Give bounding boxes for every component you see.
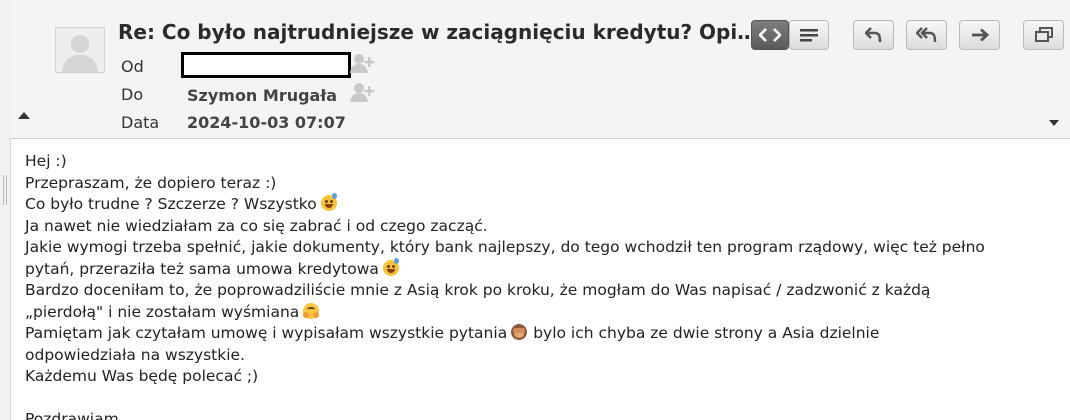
body-text: Co było trudne ? Szczerze ? Wszystko: [25, 195, 317, 213]
add-contact-icon[interactable]: [350, 81, 376, 103]
message-date: 2024-10-03 07:07: [187, 113, 346, 132]
hugging-face-emoji-icon: [303, 302, 320, 319]
body-line: odpowiedziała na wszystkie.: [25, 345, 245, 364]
see-no-evil-monkey-emoji-icon: [511, 324, 528, 340]
body-line: Jakie wymogi trzeba spełnić, jakie dokum…: [25, 238, 985, 256]
code-view-button[interactable]: [751, 20, 789, 50]
open-window-icon: [1034, 27, 1053, 42]
header-options-chevron-down-icon[interactable]: [1049, 120, 1059, 126]
body-blank-line: [25, 388, 1065, 410]
from-label: Od: [121, 57, 144, 76]
body-line: Co było trudne ? Szczerze ? Wszystko: [25, 193, 1065, 216]
body-text: Pamiętam jak czytałam umowę i wypisałam …: [25, 324, 508, 342]
person-silhouette-icon: [56, 28, 104, 72]
to-label: Do: [121, 85, 144, 104]
grinning-sweat-emoji-icon: [382, 257, 399, 276]
date-label: Data: [121, 113, 160, 132]
message-header: Re: Co było najtrudniejsze w zaciągnięci…: [10, 0, 1070, 139]
reply-button[interactable]: [853, 20, 894, 50]
body-text: „pierdołą" i nie zostałam wyśmiana: [25, 302, 300, 321]
splitter-grip-icon[interactable]: [3, 175, 7, 205]
reply-all-icon: [915, 27, 936, 43]
message-subject: Re: Co było najtrudniejsze w zaciągnięci…: [118, 20, 758, 44]
redacted-sender: [181, 52, 351, 78]
forward-icon: [971, 28, 989, 42]
body-line: Ja nawet nie wiedziałam za co się zabrać…: [25, 216, 488, 235]
body-line: Pamiętam jak czytałam umowę i wypisałam …: [25, 323, 1065, 345]
message-body: Hej :) Przepraszam, że dopiero teraz :) …: [25, 151, 1065, 420]
add-contact-icon[interactable]: [350, 52, 376, 74]
body-line: pytań, przeraziła też sama umowa kredyto…: [25, 257, 1065, 281]
body-line: Pozdrawiam,: [25, 410, 124, 420]
grinning-sweat-emoji-icon: [320, 193, 337, 211]
body-line: Bardzo doceniłam to, że poprowadziliście…: [25, 281, 931, 299]
body-line: Przepraszam, że dopiero teraz :): [25, 173, 277, 192]
collapse-header-icon[interactable]: [18, 112, 30, 119]
plain-text-view-button[interactable]: [789, 20, 829, 50]
forward-button[interactable]: [959, 20, 1000, 50]
recipient-name[interactable]: Szymon Mrugała: [187, 86, 337, 105]
body-line: Hej :): [25, 152, 67, 170]
reply-icon: [864, 27, 881, 43]
open-in-new-window-button[interactable]: [1023, 20, 1064, 50]
body-line: „pierdołą" i nie zostałam wyśmiana: [25, 302, 1065, 324]
body-line: Każdemu Was będę polecać ;): [25, 367, 259, 385]
code-view-icon: [759, 28, 781, 42]
reply-all-button[interactable]: [906, 20, 947, 50]
sender-avatar: [55, 27, 105, 73]
body-text: pytań, przeraziła też sama umowa kredyto…: [25, 259, 379, 278]
body-text: bylo ich chyba ze dwie strony a Asia dzi…: [533, 324, 880, 342]
plain-text-view-icon: [800, 29, 818, 42]
